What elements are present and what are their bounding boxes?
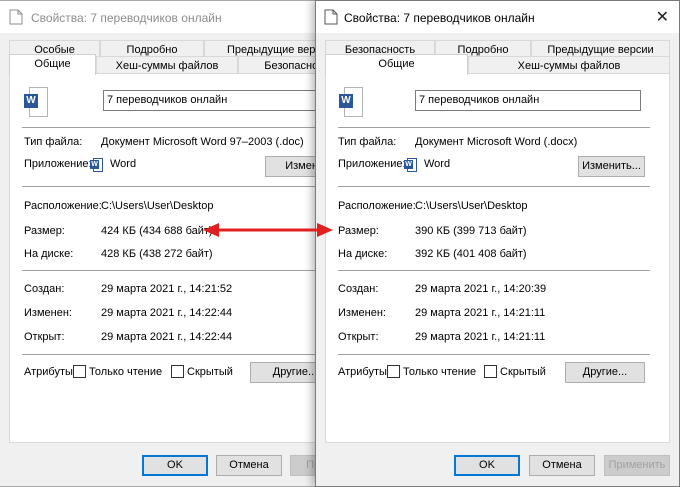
attributes-label: Атрибуты: <box>24 366 76 378</box>
size-label: Размер: <box>24 225 65 237</box>
size-label: Размер: <box>338 225 379 237</box>
filename-input[interactable]: 7 переводчиков онлайн <box>415 90 641 111</box>
file-type-value: Документ Microsoft Word 97–2003 (.doc) <box>101 136 304 148</box>
close-icon[interactable]: ✕ <box>656 7 669 26</box>
opened-value: 29 марта 2021 г., 14:22:44 <box>101 331 233 343</box>
word-file-icon: W <box>24 87 48 117</box>
modified-label: Изменен: <box>338 307 386 319</box>
change-button[interactable]: Изменить... <box>578 156 645 177</box>
hidden-checkbox[interactable] <box>484 365 497 378</box>
word-app-icon: W <box>404 158 417 172</box>
application-value: Word <box>424 158 451 170</box>
size-on-disk-value: 392 КБ (401 408 байт) <box>415 248 527 260</box>
tab-general[interactable]: Общие <box>325 54 468 75</box>
separator <box>22 186 349 187</box>
document-icon <box>324 9 338 25</box>
hidden-checkbox[interactable] <box>171 365 184 378</box>
general-tab-panel: W 7 переводчиков онлайн Тип файла: Докум… <box>9 73 349 443</box>
word-app-icon: W <box>90 158 103 172</box>
location-value: C:\Users\User\Desktop <box>101 200 214 212</box>
modified-value: 29 марта 2021 г., 14:22:44 <box>101 307 233 319</box>
opened-value: 29 марта 2021 г., 14:21:11 <box>415 331 546 343</box>
created-label: Создан: <box>24 283 65 295</box>
opened-label: Открыт: <box>24 331 65 343</box>
size-value: 424 КБ (434 688 байт) <box>101 225 213 237</box>
double-headed-arrow-icon <box>203 223 333 237</box>
title-bar: Свойства: 7 переводчиков онлайн ✕ <box>316 1 679 33</box>
tab-general[interactable]: Общие <box>9 54 96 75</box>
other-attributes-button[interactable]: Другие... <box>565 362 645 383</box>
application-label: Приложение: <box>24 158 92 170</box>
separator <box>338 127 650 128</box>
separator <box>22 270 349 271</box>
properties-dialog-doc: Свойства: 7 переводчиков онлайн Особые П… <box>0 0 350 487</box>
application-label: Приложение: <box>338 158 406 170</box>
size-value: 390 КБ (399 713 байт) <box>415 225 527 237</box>
ok-button[interactable]: OK <box>142 455 208 476</box>
apply-button[interactable]: Применить <box>604 455 670 476</box>
opened-label: Открыт: <box>338 331 379 343</box>
size-on-disk-label: На диске: <box>338 248 388 260</box>
readonly-label[interactable]: Только чтение <box>403 366 476 378</box>
hidden-label[interactable]: Скрытый <box>500 366 546 378</box>
attributes-label: Атрибуты: <box>338 366 390 378</box>
tab-hash-sums[interactable]: Хеш-суммы файлов <box>96 56 238 74</box>
filename-input[interactable]: 7 переводчиков онлайн <box>103 90 349 111</box>
tab-hash-sums[interactable]: Хеш-суммы файлов <box>468 56 670 74</box>
file-type-label: Тип файла: <box>24 136 83 148</box>
readonly-checkbox[interactable] <box>73 365 86 378</box>
properties-dialog-docx: Свойства: 7 переводчиков онлайн ✕ Безопа… <box>315 0 680 487</box>
hidden-label[interactable]: Скрытый <box>187 366 233 378</box>
readonly-label[interactable]: Только чтение <box>89 366 162 378</box>
cancel-button[interactable]: Отмена <box>216 455 282 476</box>
location-label: Расположение: <box>338 200 416 212</box>
readonly-checkbox[interactable] <box>387 365 400 378</box>
document-icon <box>9 9 23 25</box>
title-bar: Свойства: 7 переводчиков онлайн <box>0 1 349 33</box>
separator <box>22 127 349 128</box>
cancel-button[interactable]: Отмена <box>529 455 595 476</box>
separator <box>338 270 650 271</box>
location-label: Расположение: <box>24 200 102 212</box>
word-file-icon: W <box>339 87 363 117</box>
separator <box>338 186 650 187</box>
file-type-label: Тип файла: <box>338 136 397 148</box>
created-value: 29 марта 2021 г., 14:20:39 <box>415 283 547 295</box>
modified-label: Изменен: <box>24 307 72 319</box>
window-title: Свойства: 7 переводчиков онлайн <box>344 11 535 25</box>
size-on-disk-value: 428 КБ (438 272 байт) <box>101 248 213 260</box>
file-type-value: Документ Microsoft Word (.docx) <box>415 136 578 148</box>
created-value: 29 марта 2021 г., 14:21:52 <box>101 283 233 295</box>
size-on-disk-label: На диске: <box>24 248 74 260</box>
separator <box>22 354 349 355</box>
separator <box>338 354 650 355</box>
general-tab-panel: W 7 переводчиков онлайн Тип файла: Докум… <box>325 73 670 443</box>
modified-value: 29 марта 2021 г., 14:21:11 <box>415 307 546 319</box>
location-value: C:\Users\User\Desktop <box>415 200 528 212</box>
ok-button[interactable]: OK <box>454 455 520 476</box>
application-value: Word <box>110 158 137 170</box>
created-label: Создан: <box>338 283 379 295</box>
window-title: Свойства: 7 переводчиков онлайн <box>31 11 222 25</box>
